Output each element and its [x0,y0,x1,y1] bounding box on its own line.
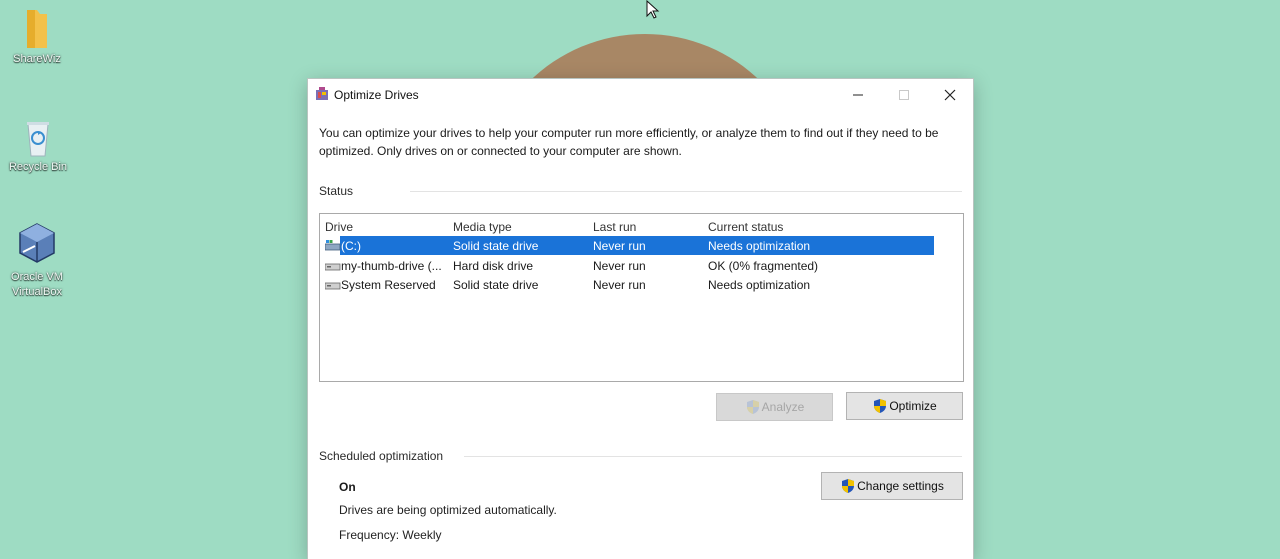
drive-last-run: Never run [593,278,646,292]
drive-last-run: Never run [593,239,646,253]
close-button[interactable] [927,79,973,110]
scheduled-divider [464,456,962,457]
schedule-description: Drives are being optimized automatically… [339,503,557,517]
removable-drive-icon [325,263,341,271]
change-settings-button-label: Change settings [857,479,944,493]
window-title: Optimize Drives [334,88,419,102]
column-header-drive[interactable]: Drive [325,220,353,234]
drive-name: (C:) [341,239,361,253]
drive-name: System Reserved [341,278,436,292]
maximize-icon [899,89,909,100]
title-bar[interactable]: Optimize Drives [308,79,973,110]
drive-media-type: Hard disk drive [453,259,534,273]
optimize-button-label: Optimize [889,399,937,413]
drive-status: Needs optimization [708,239,811,253]
change-settings-button[interactable]: Change settings [821,472,963,500]
close-icon [944,89,956,100]
column-header-current-status[interactable]: Current status [708,220,783,234]
drive-row[interactable]: my-thumb-drive (... Hard disk drive Neve… [320,256,935,275]
folder-icon [27,10,47,48]
virtualbox-icon [19,223,55,263]
intro-text: You can optimize your drives to help you… [319,126,939,158]
drive-status: OK (0% fragmented) [708,259,819,273]
drive-status: Needs optimization [708,278,811,292]
schedule-frequency: Frequency: Weekly [339,528,442,542]
system-drive-icon [325,240,341,251]
scheduled-section-label: Scheduled optimization [319,449,444,463]
column-header-media-type[interactable]: Media type [453,220,512,234]
desktop-icon-virtualbox[interactable]: Oracle VM VirtualBox [0,222,77,300]
drive-media-type: Solid state drive [453,239,539,253]
desktop-icon-label: Oracle VM VirtualBox [11,271,63,298]
drive-last-run: Never run [593,259,646,273]
hard-drive-icon [325,282,341,290]
desktop-icon-label: Recycle Bin [8,161,68,173]
desktop-icon-sharewiz[interactable]: ShareWiz [0,8,77,67]
status-section-label: Status [319,184,354,198]
analyze-button-label: Analyze [761,400,805,414]
desktop-icon-label: ShareWiz [13,53,61,65]
column-header-last-run[interactable]: Last run [593,220,636,234]
uac-shield-icon [746,400,759,414]
drive-row[interactable]: System Reserved Solid state drive Never … [320,275,935,294]
desktop-icon-recycle-bin[interactable]: Recycle Bin [0,116,78,175]
minimize-button[interactable] [835,79,881,110]
drive-row[interactable]: (C:) Solid state drive Never run Needs o… [320,236,935,255]
status-divider [410,191,962,192]
uac-shield-icon [842,479,855,493]
optimize-drives-window: Optimize Drives You can optimize your dr… [308,79,973,559]
optimize-button[interactable]: Optimize [846,392,963,420]
schedule-state: On [339,480,356,494]
drives-list-header: Drive Media type Last run Current status [320,216,963,236]
drives-list[interactable]: Drive Media type Last run Current status… [319,213,964,382]
minimize-icon [853,94,863,95]
analyze-button[interactable]: Analyze [716,393,833,421]
drive-name: my-thumb-drive (... [341,259,442,273]
defrag-app-icon [316,87,328,100]
recycle-bin-icon [27,122,49,157]
maximize-button[interactable] [881,79,927,110]
uac-shield-icon [874,399,887,413]
drive-media-type: Solid state drive [453,278,539,292]
mouse-cursor-icon [646,0,660,19]
